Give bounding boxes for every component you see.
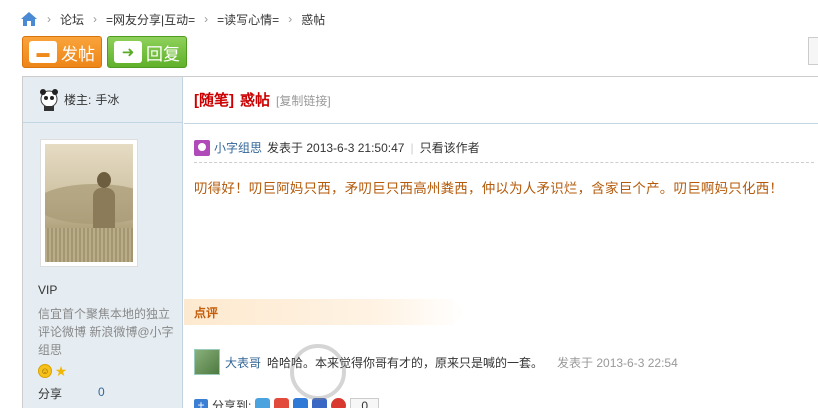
commenter-name[interactable]: 大表哥 [225,354,261,371]
reply-arrow-icon: ➜ [114,41,142,63]
comment-text: 哈哈哈。本来觉得你哥有才的，原来只是喊的一套。 [267,355,544,370]
speech-bubble-icon: ▬ [29,41,57,63]
breadcrumb-share-section[interactable]: =网友分享|互动= [106,11,195,28]
breadcrumb-board[interactable]: =读写心情= [217,11,279,28]
breadcrumb-separator: › [93,12,98,26]
post-content: [随笔] 惑帖 [复制链接] 小字组思 发表于 2013-6-3 21:50:4… [184,77,818,408]
post-author[interactable]: 小字组思 [214,139,262,156]
share-count: 0 [350,397,380,408]
breadcrumb-current-thread: 惑帖 [301,12,326,27]
post-meta: 小字组思 发表于 2013-6-3 21:50:47 | 只看该作者 [194,139,480,156]
avatar[interactable] [40,139,138,267]
thread-category[interactable]: [随笔] [194,89,234,110]
new-post-label: 发帖 [61,44,95,64]
breadcrumb-separator: › [47,12,51,26]
copy-link[interactable]: [复制链接] [276,92,331,109]
separator: | [410,140,414,155]
reply-label: 回复 [146,44,180,64]
user-icon [194,139,210,156]
douban-icon[interactable] [331,398,347,408]
divider [184,123,818,124]
breadcrumb-forum[interactable]: 论坛 [60,11,84,28]
post-frame: 楼主: 手冰 VIP 信宜首个聚焦本地的独立评论微博 新浪微博@小字组思 ☺ ★… [22,76,818,408]
thread-owner-row: 楼主: 手冰 [23,77,183,123]
reply-button[interactable]: ➜ 回复 [107,36,187,68]
share-label: 分享到: [212,399,252,408]
breadcrumb-separator: › [204,12,209,26]
commenter-avatar[interactable] [194,349,220,375]
comment-header: 点评 [184,299,464,325]
owner-name[interactable]: 手冰 [95,91,119,108]
author-sidebar: 楼主: 手冰 VIP 信宜首个聚焦本地的独立评论微博 新浪微博@小字组思 ☺ ★… [23,77,183,408]
new-post-button[interactable]: ▬ 发帖 [22,36,102,68]
home-icon[interactable] [20,11,38,27]
medal-row: ☺ ★ [38,364,68,378]
stat-value[interactable]: 0 [98,385,105,402]
thread-title-row: [随笔] 惑帖 [复制链接] [194,89,331,110]
post-time: 发表于 2013-6-3 21:50:47 [267,141,405,155]
renren-icon[interactable] [312,398,328,408]
comment-item: 大表哥 哈哈哈。本来觉得你哥有才的，原来只是喊的一套。 发表于 2013-6-3… [194,349,678,375]
divider [194,162,814,163]
user-signature: 信宜首个聚焦本地的独立评论微博 新浪微博@小字组思 [38,307,174,357]
post-body: 叨得好！叨巨阿妈只西，矛叨巨只西高州粪西，仲以为人矛识烂，含家巨个产。叨巨啊妈只… [194,181,784,196]
comment-time: 发表于 2013-6-3 22:54 [557,355,678,370]
plus-icon[interactable]: + [194,398,208,408]
stat-share: 分享 0 [38,385,178,402]
weibo-icon[interactable] [274,398,290,408]
panda-icon [40,88,58,111]
pager-edge[interactable] [808,37,818,65]
avatar-photo [45,144,133,262]
stat-label: 分享 [38,387,63,401]
star-medal-icon[interactable]: ★ [54,364,68,378]
only-author-link[interactable]: 只看该作者 [420,139,480,156]
qzone-icon[interactable] [255,398,271,408]
owner-label: 楼主: [64,93,92,107]
thread-title: 惑帖 [240,92,271,109]
user-level[interactable]: VIP [38,283,57,297]
breadcrumb-separator: › [288,12,293,26]
smiley-medal-icon[interactable]: ☺ [38,364,52,378]
breadcrumb: › 论坛 › =网友分享|互动= › =读写心情= › 惑帖 [20,9,325,29]
share-bar: + 分享到: 0 [194,397,380,408]
tencent-weibo-icon[interactable] [293,398,309,408]
